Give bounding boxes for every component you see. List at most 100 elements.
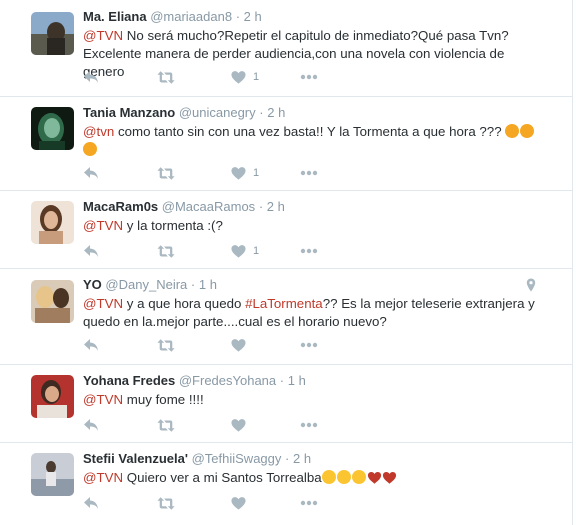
tweet-text: @TVN Quiero ver a mi Santos Torrealba bbox=[83, 469, 538, 487]
user-handle[interactable]: @Dany_Neira bbox=[105, 277, 187, 292]
display-name[interactable]: Ma. Eliana bbox=[83, 9, 147, 24]
retweet-icon[interactable] bbox=[157, 242, 175, 260]
display-name[interactable]: Stefii Valenzuela' bbox=[83, 451, 188, 466]
tweet-actions: 1 bbox=[83, 164, 333, 182]
retweet-icon[interactable] bbox=[157, 164, 175, 182]
reply-icon[interactable] bbox=[83, 68, 99, 86]
separator: · bbox=[235, 9, 241, 24]
reply-icon[interactable] bbox=[83, 242, 99, 260]
avatar[interactable] bbox=[31, 201, 74, 244]
timestamp[interactable]: 2 h bbox=[267, 105, 285, 120]
tweet-text: @TVN muy fome !!!! bbox=[83, 391, 538, 409]
tweet-text-content: y la tormenta :(? bbox=[123, 218, 223, 233]
separator: · bbox=[190, 277, 196, 292]
more-icon[interactable] bbox=[300, 416, 318, 434]
avatar[interactable] bbox=[31, 107, 74, 150]
heart-icon bbox=[231, 70, 246, 85]
display-name[interactable]: YO bbox=[83, 277, 102, 292]
more-icon[interactable] bbox=[300, 164, 318, 182]
tweet-actions: 1 bbox=[83, 242, 333, 260]
crying-face-emoji-icon bbox=[336, 470, 351, 484]
tweet-actions bbox=[83, 416, 333, 434]
tweet-text-content: muy fome !!!! bbox=[123, 392, 204, 407]
user-handle[interactable]: @FredesYohana bbox=[179, 373, 276, 388]
more-icon[interactable] bbox=[300, 494, 318, 512]
timestamp[interactable]: 1 h bbox=[199, 277, 217, 292]
mention-link[interactable]: @TVN bbox=[83, 470, 123, 485]
heart-icon bbox=[231, 338, 246, 353]
reply-icon[interactable] bbox=[83, 164, 99, 182]
heart-icon bbox=[231, 418, 246, 433]
separator: · bbox=[259, 105, 264, 120]
tweet-text: @TVN y a que hora quedo #LaTormenta?? Es… bbox=[83, 295, 538, 331]
mention-link[interactable]: @TVN bbox=[83, 28, 123, 43]
reply-icon[interactable] bbox=[83, 494, 99, 512]
avatar[interactable] bbox=[31, 375, 74, 418]
hashtag-link[interactable]: #LaTormenta bbox=[245, 296, 323, 311]
retweet-icon[interactable] bbox=[157, 68, 175, 86]
retweet-icon[interactable] bbox=[157, 336, 175, 354]
heart-icon bbox=[231, 496, 246, 511]
more-icon[interactable] bbox=[300, 336, 318, 354]
user-handle[interactable]: @unicanegry bbox=[179, 105, 256, 120]
reply-icon[interactable] bbox=[83, 416, 99, 434]
like-button[interactable]: 1 bbox=[231, 164, 259, 182]
crying-face-emoji-icon bbox=[351, 470, 366, 484]
timestamp[interactable]: 2 h bbox=[244, 9, 262, 24]
tweet-actions bbox=[83, 336, 333, 354]
tweet-text-content: y a que hora quedo bbox=[123, 296, 246, 311]
retweet-icon[interactable] bbox=[157, 494, 175, 512]
display-name[interactable]: Yohana Fredes bbox=[83, 373, 175, 388]
tweet-text: @tvn como tanto sin con una vez basta!! … bbox=[83, 123, 538, 159]
tweet-item[interactable]: Yohana Fredes @FredesYohana · 1 h @TVN m… bbox=[0, 364, 572, 443]
tweet-actions bbox=[83, 494, 333, 512]
user-handle[interactable]: @mariaadan8 bbox=[150, 9, 232, 24]
tweet-header: MacaRam0s @MacaaRamos · 2 h bbox=[83, 199, 285, 215]
like-count: 1 bbox=[253, 167, 260, 179]
like-button[interactable] bbox=[231, 336, 253, 354]
tweet-text-content: como tanto sin con una vez basta!! Y la … bbox=[114, 124, 506, 139]
tweet-text: @TVN y la tormenta :(? bbox=[83, 217, 538, 235]
separator: · bbox=[285, 451, 290, 466]
user-handle[interactable]: @MacaaRamos bbox=[162, 199, 255, 214]
like-button[interactable] bbox=[231, 416, 253, 434]
like-button[interactable]: 1 bbox=[231, 68, 259, 86]
separator: · bbox=[279, 373, 285, 388]
tweet-header: Tania Manzano @unicanegry · 2 h bbox=[83, 105, 285, 121]
separator: · bbox=[258, 199, 264, 214]
tweet-item[interactable]: Tania Manzano @unicanegry · 2 h @tvn com… bbox=[0, 96, 572, 191]
user-handle[interactable]: @TefhiiSwaggy bbox=[192, 451, 282, 466]
like-count: 1 bbox=[253, 71, 260, 83]
display-name[interactable]: MacaRam0s bbox=[83, 199, 158, 214]
avatar[interactable] bbox=[31, 280, 74, 323]
tweet-header: Stefii Valenzuela' @TefhiiSwaggy · 2 h bbox=[83, 451, 311, 467]
reply-icon[interactable] bbox=[83, 336, 99, 354]
avatar[interactable] bbox=[31, 12, 74, 55]
like-count: 1 bbox=[253, 245, 260, 257]
more-icon[interactable] bbox=[300, 242, 318, 260]
like-button[interactable] bbox=[231, 494, 253, 512]
angry-face-emoji-icon bbox=[520, 124, 535, 138]
like-button[interactable]: 1 bbox=[231, 242, 259, 260]
display-name[interactable]: Tania Manzano bbox=[83, 105, 175, 120]
retweet-icon[interactable] bbox=[157, 416, 175, 434]
tweet-item[interactable]: MacaRam0s @MacaaRamos · 2 h @TVN y la to… bbox=[0, 190, 572, 269]
heart-icon bbox=[231, 244, 246, 259]
timestamp[interactable]: 2 h bbox=[293, 451, 311, 466]
avatar[interactable] bbox=[31, 453, 74, 496]
red-heart-emoji-icon bbox=[367, 472, 381, 484]
tweet-actions: 1 bbox=[83, 68, 333, 86]
mention-link[interactable]: @TVN bbox=[83, 392, 123, 407]
red-heart-emoji-icon bbox=[382, 472, 396, 484]
timestamp[interactable]: 1 h bbox=[288, 373, 306, 388]
angry-face-emoji-icon bbox=[83, 142, 97, 156]
tweet-item[interactable]: Ma. Eliana @mariaadan8 · 2 h @TVN No ser… bbox=[0, 0, 572, 97]
timestamp[interactable]: 2 h bbox=[267, 199, 285, 214]
tweet-item[interactable]: Stefii Valenzuela' @TefhiiSwaggy · 2 h @… bbox=[0, 442, 572, 525]
tweet-item[interactable]: YO @Dany_Neira · 1 h @TVN y a que hora q… bbox=[0, 268, 572, 365]
tweet-header: Yohana Fredes @FredesYohana · 1 h bbox=[83, 373, 306, 389]
more-icon[interactable] bbox=[300, 68, 318, 86]
mention-link[interactable]: @TVN bbox=[83, 218, 123, 233]
mention-link[interactable]: @tvn bbox=[83, 124, 114, 139]
mention-link[interactable]: @TVN bbox=[83, 296, 123, 311]
